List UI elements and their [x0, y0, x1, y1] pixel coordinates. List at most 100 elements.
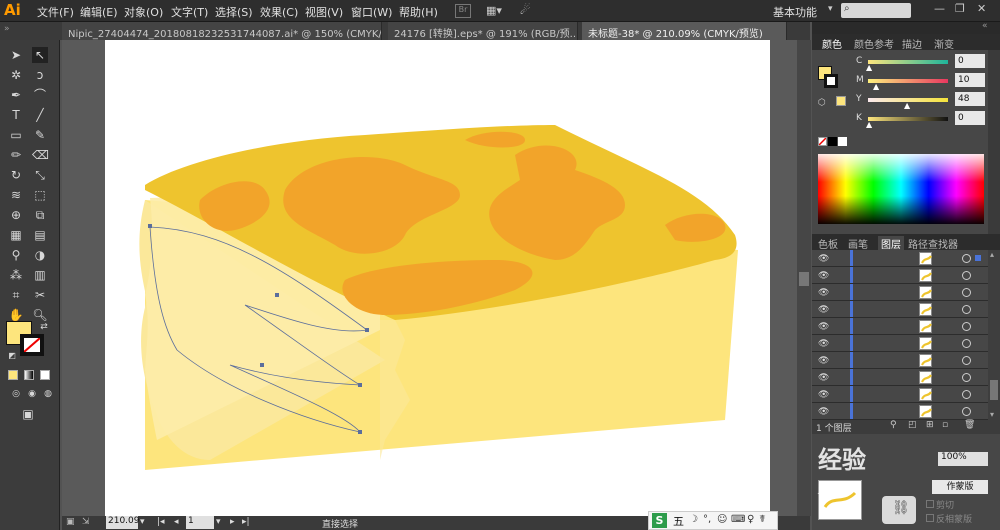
anchor-point[interactable] — [275, 293, 279, 297]
menu-view[interactable]: 视图(V) — [305, 4, 343, 20]
doc-info-icon[interactable]: ▣ — [66, 517, 75, 527]
eraser-icon[interactable]: ⌫ — [32, 147, 49, 163]
color-mode-icon[interactable] — [8, 370, 18, 380]
anchor-point[interactable] — [358, 430, 362, 434]
anchor-point[interactable] — [148, 224, 152, 228]
target-icon[interactable] — [962, 390, 971, 399]
paintbrush-icon[interactable]: ✎ — [32, 127, 48, 143]
screen-mode-icon[interactable]: ▣ — [20, 406, 36, 422]
emoji-icon[interactable]: ☺ — [717, 514, 727, 525]
selection-tool-icon[interactable]: ➤ — [8, 47, 24, 63]
gradient-mode-icon[interactable] — [24, 370, 34, 380]
layer-row[interactable]: 👁︎ — [812, 369, 988, 386]
visibility-eye-icon[interactable]: 👁︎ — [818, 390, 829, 400]
search-input[interactable]: ⌕ — [841, 3, 911, 18]
mesh-icon[interactable]: ▦ — [8, 227, 24, 243]
moon-icon[interactable]: ☽ — [689, 514, 698, 525]
opacity-field[interactable]: 100% — [938, 452, 988, 466]
layers-scrollbar[interactable]: ▴ ▾ — [988, 250, 1000, 420]
minimize-icon[interactable]: — — [934, 2, 945, 15]
ime-mode[interactable]: 五 — [673, 513, 684, 529]
next-artboard-icon[interactable]: ▸ — [230, 517, 235, 527]
perspective-grid-icon[interactable]: ⧉ — [32, 207, 48, 223]
blend-icon[interactable]: ◑ — [32, 247, 48, 263]
visibility-eye-icon[interactable]: 👁︎ — [818, 322, 829, 332]
tab-doc-2[interactable]: 24176 [转换].eps* @ 191% (RGB/预... — [388, 22, 578, 40]
collapse-icon[interactable]: « — [982, 21, 988, 31]
target-icon[interactable] — [962, 322, 971, 331]
rectangle-tool-icon[interactable]: ▭ — [8, 127, 24, 143]
last-artboard-icon[interactable]: ▸| — [242, 517, 250, 527]
draw-behind-icon[interactable]: ◉ — [24, 386, 40, 402]
close-icon[interactable]: ✕ — [977, 2, 986, 15]
line-tool-icon[interactable]: ╱ — [32, 107, 48, 123]
sogou-ime-icon[interactable]: S — [652, 513, 667, 528]
layer-row[interactable]: 👁︎ — [812, 335, 988, 352]
type-tool-icon[interactable]: T — [8, 107, 24, 123]
make-mask-button[interactable]: 作蒙版 — [932, 480, 988, 494]
scroll-up-icon[interactable]: ▴ — [990, 250, 994, 259]
layer-row[interactable]: 👁︎ — [812, 318, 988, 335]
curvature-tool-icon[interactable]: ⌒ — [32, 87, 48, 103]
menu-file[interactable]: 文件(F) — [37, 4, 74, 20]
pencil-icon[interactable]: ✏ — [8, 147, 24, 163]
tab-brushes[interactable]: 画笔 — [848, 236, 868, 251]
swap-fill-stroke-icon[interactable]: ⇄ — [36, 319, 52, 335]
out-of-gamut-icon[interactable]: ⬡ — [818, 98, 826, 108]
slice-icon[interactable]: ✂ — [32, 287, 48, 303]
channel-m-value[interactable]: 10 — [955, 73, 985, 87]
target-icon[interactable] — [962, 254, 971, 263]
clip-checkbox[interactable] — [926, 500, 934, 508]
stroke-swatch[interactable] — [824, 74, 838, 88]
magic-wand-icon[interactable]: ✲ — [8, 67, 24, 83]
gamut-swatch[interactable] — [836, 96, 846, 106]
target-icon[interactable] — [962, 271, 971, 280]
scroll-thumb[interactable] — [990, 380, 998, 400]
target-icon[interactable] — [962, 288, 971, 297]
visibility-eye-icon[interactable]: 👁︎ — [818, 373, 829, 383]
link-icon[interactable]: ⛓ — [882, 496, 916, 524]
channel-k-value[interactable]: 0 — [955, 111, 985, 125]
tab-swatches[interactable]: 色板 — [818, 236, 838, 251]
warp-icon[interactable]: ≋ — [8, 187, 24, 203]
target-icon[interactable] — [962, 305, 971, 314]
draw-inside-icon[interactable]: ◍ — [40, 386, 56, 402]
direct-selection-tool-icon[interactable]: ↖ — [32, 47, 48, 63]
anchor-point[interactable] — [358, 383, 362, 387]
visibility-eye-icon[interactable]: 👁︎ — [818, 305, 829, 315]
locate-object-icon[interactable]: ⚲ — [890, 420, 897, 430]
menu-object[interactable]: 对象(O) — [124, 4, 163, 20]
black-swatch[interactable] — [828, 137, 837, 146]
channel-y-value[interactable]: 48 — [955, 92, 985, 106]
invert-mask-checkbox[interactable] — [926, 514, 934, 522]
color-spectrum[interactable] — [818, 154, 984, 224]
share-icon[interactable]: ⇲ — [82, 517, 90, 527]
tab-color-guide[interactable]: 颜色参考 — [854, 36, 894, 51]
gpu-performance-icon[interactable]: ☄ — [520, 3, 538, 19]
target-icon[interactable] — [962, 373, 971, 382]
tab-pathfinder[interactable]: 路径查找器 — [908, 236, 958, 251]
layer-row[interactable]: 👁︎ — [812, 250, 988, 267]
chevron-down-icon[interactable]: ▾ — [828, 4, 833, 14]
layer-row[interactable]: 👁︎ — [812, 301, 988, 318]
lasso-icon[interactable]: ↄ — [32, 67, 48, 83]
artboard-number-field[interactable]: 1 — [186, 516, 214, 529]
workspace-switcher[interactable]: 基本功能 — [773, 4, 817, 20]
layer-row[interactable]: 👁︎ — [812, 284, 988, 301]
artboard-dropdown-icon[interactable]: ▾ — [216, 517, 221, 527]
target-icon[interactable] — [962, 339, 971, 348]
channel-m-slider[interactable] — [868, 79, 948, 83]
first-artboard-icon[interactable]: |◂ — [157, 517, 165, 527]
target-icon[interactable] — [962, 407, 971, 416]
restore-icon[interactable]: ❐ — [955, 2, 965, 15]
tab-gradient[interactable]: 渐变 — [934, 36, 954, 51]
rotate-icon[interactable]: ↻ — [8, 167, 24, 183]
tab-doc-3[interactable]: 未标题-38* @ 210.09% (CMYK/预览) — [582, 22, 787, 40]
symbol-sprayer-icon[interactable]: ⁂ — [8, 267, 24, 283]
layer-row[interactable]: 👁︎ — [812, 386, 988, 403]
pen-tool-icon[interactable]: ✒ — [8, 87, 24, 103]
menu-type[interactable]: 文字(T) — [171, 4, 208, 20]
cake-illustration[interactable] — [105, 40, 770, 516]
visibility-eye-icon[interactable]: 👁︎ — [818, 339, 829, 349]
gradient-icon[interactable]: ▤ — [32, 227, 48, 243]
